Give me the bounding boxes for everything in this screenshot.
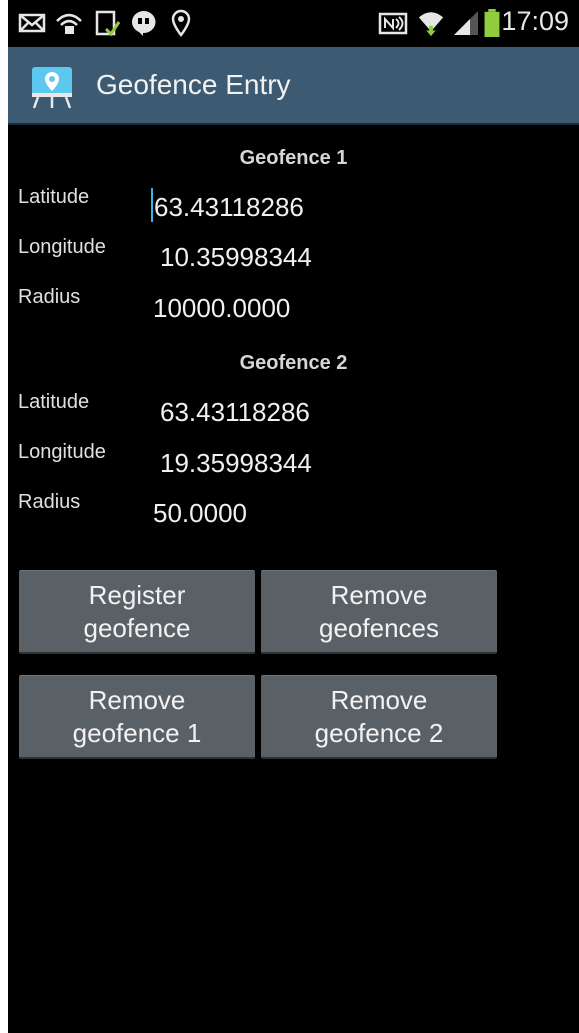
geofence-2-radius-field[interactable]: 50.0000 — [153, 498, 247, 529]
action-bar: Geofence Entry — [8, 47, 579, 125]
remove-geofence-1-label-line1: Remove — [88, 685, 186, 715]
geofence-2-longitude-label: Longitude — [18, 441, 106, 463]
register-geofence-label-line1: Register — [88, 580, 186, 610]
remove-geofences-button[interactable]: Remove geofences — [261, 570, 497, 654]
register-geofence-button[interactable]: Register geofence — [19, 570, 255, 654]
map-pin-board-icon — [32, 67, 72, 109]
hangouts-icon — [131, 10, 156, 36]
app-title: Geofence Entry — [96, 69, 291, 100]
geofence-1-radius-field[interactable]: 10000.0000 — [153, 293, 290, 324]
geofence-1-longitude-field[interactable]: 10.35998344 — [160, 242, 312, 273]
remove-geofences-label-line2: geofences — [319, 613, 439, 643]
mail-icon — [18, 13, 46, 33]
geofence-1-longitude-label: Longitude — [18, 236, 106, 258]
register-geofence-label-line2: geofence — [83, 613, 191, 643]
wifi-icon — [418, 12, 444, 37]
geofence-2-latitude-field[interactable]: 63.43118286 — [160, 397, 310, 428]
geofence-2-title: Geofence 2 — [239, 352, 348, 374]
geofence-1-title: Geofence 1 — [239, 147, 348, 169]
status-time: 17:09 — [501, 6, 569, 36]
geofence-2-latitude-label: Latitude — [18, 391, 90, 413]
download-icon — [95, 10, 120, 37]
remove-geofence-2-button[interactable]: Remove geofence 2 — [261, 675, 497, 759]
remove-geofence-1-button[interactable]: Remove geofence 1 — [19, 675, 255, 759]
nfc-icon — [378, 12, 408, 35]
geofence-2-longitude-field[interactable]: 19.35998344 — [160, 448, 312, 479]
remove-geofences-label-line1: Remove — [330, 580, 428, 610]
signal-icon — [454, 11, 478, 35]
battery-icon — [484, 9, 500, 37]
geofence-1-latitude-field[interactable]: 63.43118286 — [154, 192, 304, 223]
location-pin-icon — [171, 9, 191, 37]
geofence-2-radius-label: Radius — [18, 491, 81, 513]
app-screen: 17:09 Geofence Entry Geofence 1 Latitude… — [8, 0, 579, 1033]
text-cursor — [151, 188, 153, 222]
geofence-1-latitude-label: Latitude — [18, 186, 90, 208]
status-bar: 17:09 — [8, 0, 579, 46]
remove-geofence-2-label-line1: Remove — [330, 685, 428, 715]
remove-geofence-1-label-line2: geofence 1 — [72, 718, 202, 748]
wifi-lock-icon — [56, 13, 82, 34]
remove-geofence-2-label-line2: geofence 2 — [314, 718, 444, 748]
geofence-1-radius-label: Radius — [18, 286, 81, 308]
